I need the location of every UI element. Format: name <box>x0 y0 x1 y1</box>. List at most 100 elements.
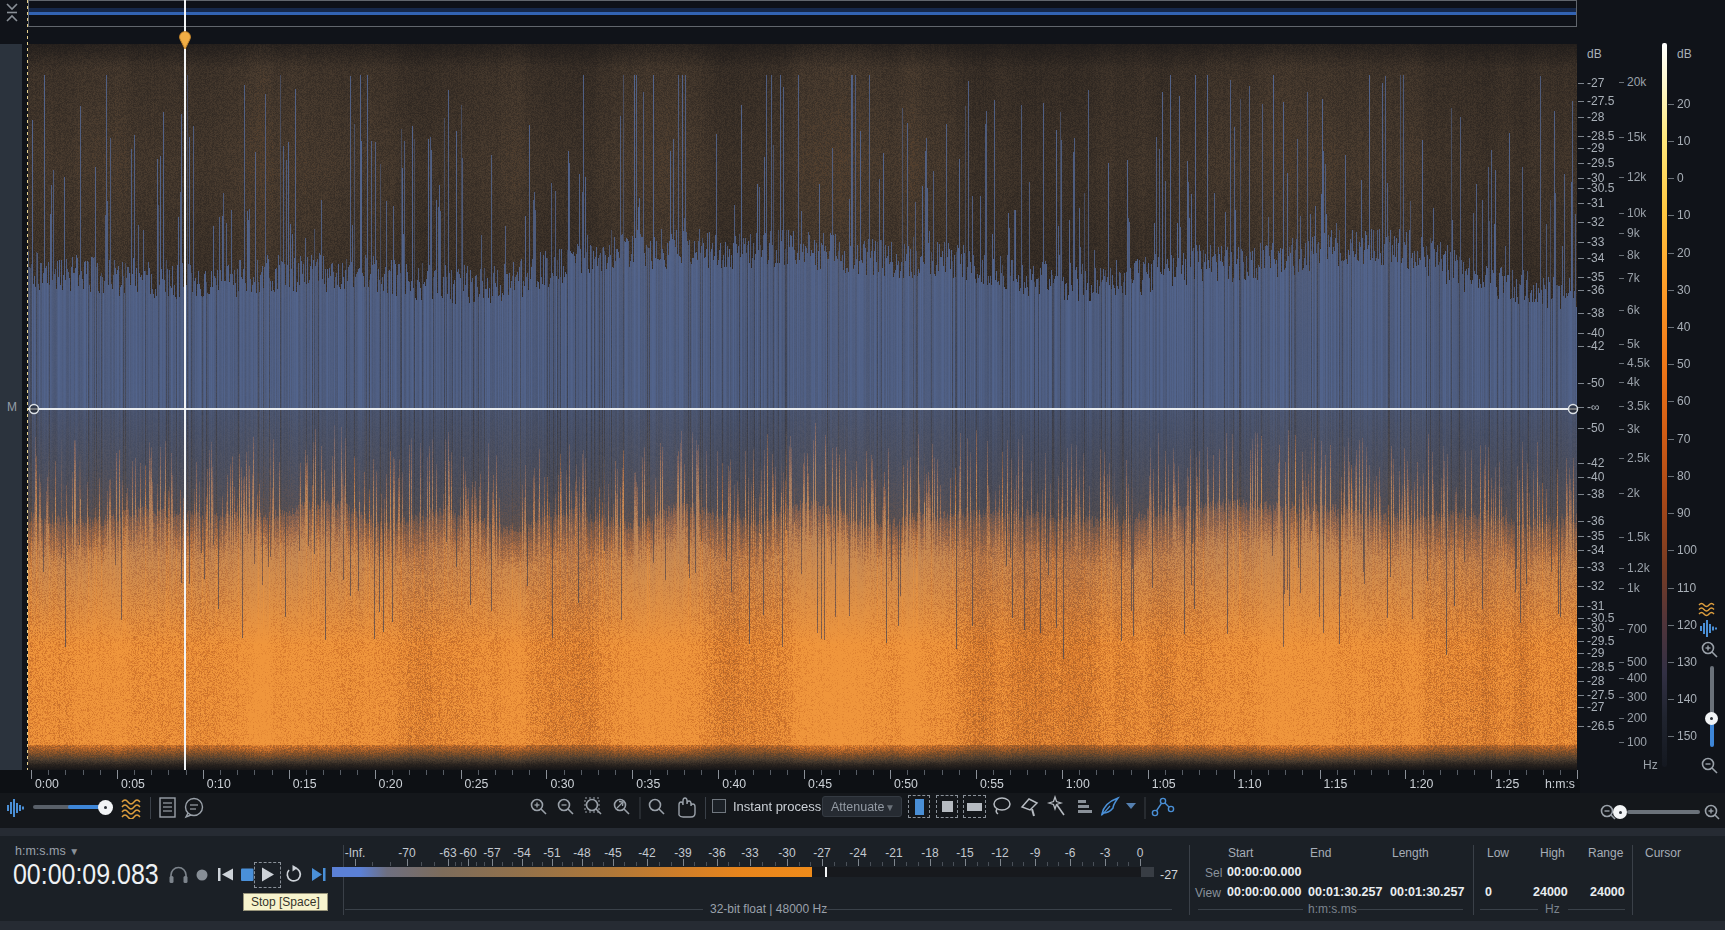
magnifier-icon[interactable] <box>650 800 665 815</box>
zoom-out-vertical-icon[interactable] <box>1700 756 1720 776</box>
monitor-icon[interactable] <box>170 868 188 884</box>
time-format-dropdown[interactable]: h:m:s.ms ▼ <box>15 845 79 858</box>
ruler-label: 0:00 <box>35 778 59 790</box>
process-mode-dropdown[interactable]: Attenuate ▼ <box>822 796 902 817</box>
ruler-tick <box>529 770 530 775</box>
meter-minor-tick <box>882 862 883 866</box>
ruler-tick <box>1560 770 1561 775</box>
legend-db-label: 150 <box>1677 730 1697 742</box>
ruler-tick <box>546 770 547 779</box>
amplitude-db-label: -27 <box>1587 701 1604 713</box>
amplitude-db-tick <box>1578 521 1584 522</box>
legend-db-tick <box>1668 178 1674 179</box>
hand-tool-icon[interactable] <box>679 798 695 817</box>
meter-minor-tick <box>988 862 989 866</box>
play-selection-button[interactable] <box>312 868 326 881</box>
meter-minor-tick <box>671 862 672 866</box>
meter-scale-label: -51 <box>543 847 560 859</box>
high-value[interactable]: 24000 <box>1533 886 1568 899</box>
meter-tick <box>858 859 859 866</box>
stop-button[interactable] <box>241 869 254 882</box>
horizontal-zoom-slider-track[interactable] <box>1627 810 1700 814</box>
playhead-pin-icon[interactable] <box>177 29 193 50</box>
meter-minor-tick <box>728 862 729 866</box>
spectrogram-settings-icon[interactable] <box>121 797 145 819</box>
time-ruler[interactable]: 0:000:050:100:150:200:250:300:350:400:45… <box>0 770 1580 793</box>
ruler-tick <box>1320 770 1321 779</box>
ruler-tick <box>1302 770 1303 775</box>
view-end-value[interactable]: 00:01:30.257 <box>1308 886 1382 899</box>
lasso-tool-icon[interactable] <box>994 798 1010 814</box>
go-to-start-button[interactable] <box>218 868 233 881</box>
header-end: End <box>1310 847 1331 860</box>
meter-tick <box>930 859 931 866</box>
ruler-label: 0:25 <box>465 778 489 790</box>
range-value[interactable]: 24000 <box>1590 886 1625 899</box>
instant-process-checkbox[interactable] <box>712 799 726 813</box>
horizontal-zoom-slider-thumb-dot <box>1619 811 1622 814</box>
record-button[interactable] <box>197 870 208 881</box>
legend-db-label: 90 <box>1677 507 1690 519</box>
level-meter-clip-cell <box>1141 867 1154 877</box>
ruler-tick <box>942 770 943 775</box>
frequency-label: 9k <box>1627 227 1640 239</box>
frequency-label: 12k <box>1627 171 1646 183</box>
amplitude-db-label: -34 <box>1587 544 1604 556</box>
frequency-tick <box>1619 344 1624 345</box>
comment-icon[interactable] <box>183 796 207 820</box>
meter-tick <box>822 859 823 866</box>
amplitude-db-label: dB <box>1587 48 1602 60</box>
amplitude-db-tick <box>1578 222 1584 223</box>
meter-scale-label: -Inf. <box>345 847 366 859</box>
gain-line-left-handle[interactable] <box>27 402 41 416</box>
magic-wand-tool-icon[interactable] <box>1049 797 1064 815</box>
waveform-display-icon[interactable] <box>1698 602 1718 617</box>
ruler-label: 0:35 <box>636 778 660 790</box>
playhead-line[interactable] <box>184 0 186 770</box>
frequency-tick <box>1619 382 1624 383</box>
frequency-label: 15k <box>1627 131 1646 143</box>
zoom-in-vertical-icon[interactable] <box>1700 640 1720 660</box>
zoom-out-icon[interactable] <box>559 800 574 815</box>
zoom-in-horizontal-icon[interactable] <box>1702 802 1722 822</box>
frequency-label: 5k <box>1627 338 1640 350</box>
layers-icon[interactable] <box>1078 800 1092 813</box>
legend-db-tick <box>1668 104 1674 105</box>
ruler-label: 0:40 <box>722 778 746 790</box>
waveform-zoom-icon[interactable] <box>6 797 30 819</box>
zoom-selection-icon[interactable] <box>585 798 601 814</box>
amplitude-db-tick <box>1578 83 1584 84</box>
node-edit-icon[interactable] <box>1152 798 1173 815</box>
amplitude-db-label: -27.5 <box>1587 95 1614 107</box>
gain-line-right-handle[interactable] <box>1566 402 1580 416</box>
view-length-value[interactable]: 00:01:30.257 <box>1390 886 1464 899</box>
meter-tick <box>965 859 966 866</box>
collapse-expand-icon[interactable] <box>4 1 24 25</box>
vertical-zoom-slider-track[interactable] <box>1710 666 1714 716</box>
frequency-tick <box>1619 429 1624 430</box>
spectrogram-display-icon[interactable] <box>1700 620 1718 637</box>
meter-tick <box>1070 859 1071 866</box>
frequency-selection-icon <box>967 803 982 811</box>
low-value[interactable]: 0 <box>1485 886 1492 899</box>
frequency-tick <box>1619 233 1624 234</box>
meter-minor-tick <box>1128 862 1129 866</box>
document-settings-icon[interactable] <box>158 796 180 820</box>
time-display[interactable]: 00:00:09.083 <box>13 858 159 891</box>
amplitude-db-label: -35 <box>1587 271 1604 283</box>
loop-button[interactable] <box>287 865 300 881</box>
spectrogram-color-legend <box>1662 43 1667 767</box>
feather-dropdown-icon[interactable] <box>1126 803 1136 809</box>
brush-tool-icon[interactable] <box>1022 799 1037 816</box>
gain-line[interactable] <box>28 408 1577 411</box>
feather-icon[interactable] <box>1102 798 1118 815</box>
zoom-in-icon[interactable] <box>532 800 547 815</box>
view-start-value[interactable]: 00:00:00.000 <box>1227 886 1301 899</box>
meter-scale-label: -54 <box>513 847 530 859</box>
ruler-tick <box>1388 770 1389 775</box>
zoom-back-icon[interactable] <box>615 800 630 815</box>
display-blend-slider-track[interactable] <box>33 805 71 809</box>
play-button[interactable] <box>262 868 274 882</box>
sel-start-value[interactable]: 00:00:00.000 <box>1227 866 1301 879</box>
meter-tick <box>1140 859 1141 866</box>
